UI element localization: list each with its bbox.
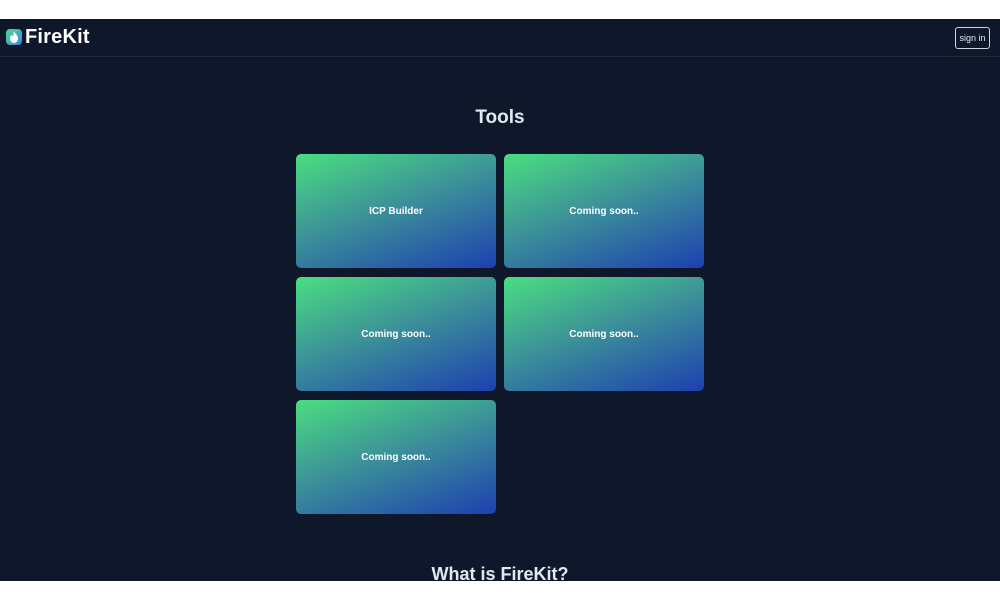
- sign-in-button[interactable]: sign in: [955, 27, 990, 49]
- flame-icon: [6, 29, 22, 45]
- top-navbar: FireKit sign in: [0, 19, 1000, 57]
- tool-card-coming-soon[interactable]: Coming soon..: [504, 277, 704, 391]
- tool-card-icp-builder[interactable]: ICP Builder: [296, 154, 496, 268]
- tool-card-label: Coming soon..: [569, 328, 639, 340]
- tool-card-label: Coming soon..: [569, 205, 639, 217]
- brand-name: FireKit: [25, 25, 90, 48]
- tool-card-coming-soon[interactable]: Coming soon..: [296, 400, 496, 514]
- tools-section-title: Tools: [475, 107, 525, 128]
- tools-grid: ICP Builder Coming soon.. Coming soon.. …: [296, 154, 704, 514]
- tool-card-coming-soon[interactable]: Coming soon..: [296, 277, 496, 391]
- tool-card-label: Coming soon..: [361, 451, 431, 463]
- about-section-title: What is FireKit?: [431, 564, 569, 581]
- tool-card-coming-soon[interactable]: Coming soon..: [504, 154, 704, 268]
- tool-card-label: Coming soon..: [361, 328, 431, 340]
- brand-logo-link[interactable]: FireKit: [6, 26, 90, 48]
- tool-card-label: ICP Builder: [369, 205, 423, 217]
- page-viewport: FireKit sign in Tools ICP Builder Coming…: [0, 19, 1000, 581]
